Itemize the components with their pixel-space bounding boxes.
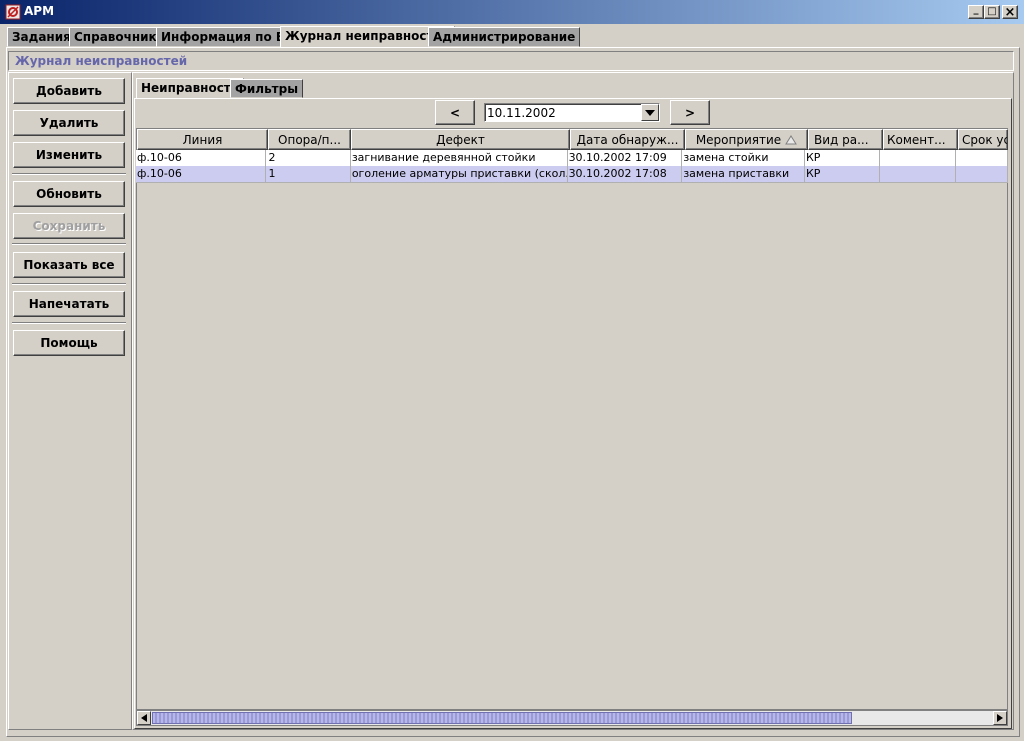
tab-tasks[interactable]: Задания (7, 27, 76, 47)
cell-comment (880, 150, 956, 167)
column-header-action[interactable]: Мероприятие (685, 129, 808, 150)
tab-filters[interactable]: Фильтры (230, 79, 304, 98)
column-header-pole[interactable]: Опора/п... (268, 129, 351, 150)
help-button[interactable]: Помощь (13, 330, 125, 356)
maximize-button[interactable]: □ (984, 5, 1000, 19)
group-title: Журнал неисправностей (15, 54, 188, 68)
cell-defect: загнивание деревянной стойки (350, 150, 568, 167)
table-row-selected[interactable]: ф.10-06 1 оголение арматуры приставки (с… (136, 166, 1008, 183)
title-bar (0, 0, 1024, 24)
minimize-icon: _ (973, 4, 979, 15)
prev-date-button[interactable]: < (435, 100, 475, 125)
date-value: 10.11.2002 (487, 106, 556, 120)
save-button[interactable]: Сохранить (13, 213, 125, 239)
add-button[interactable]: Добавить (13, 78, 125, 104)
cell-date: 30.10.2002 17:09 (567, 150, 683, 167)
cell-line: ф.10-06 (136, 166, 267, 183)
faults-table (136, 128, 1008, 710)
cell-line: ф.10-06 (136, 150, 267, 167)
column-header-date[interactable]: Дата обнаруж... (570, 129, 685, 150)
separator (12, 173, 126, 175)
maximize-icon: □ (987, 6, 997, 17)
column-header-deadline[interactable]: Срок ус... (958, 129, 1008, 150)
scroll-right-icon (997, 714, 1003, 722)
tab-line-info[interactable]: Информация по ВЛ (156, 27, 300, 47)
chevron-down-icon (645, 109, 655, 116)
cell-date: 30.10.2002 17:08 (567, 166, 683, 183)
show-all-button[interactable]: Показать все (13, 252, 125, 278)
sidebar (8, 72, 132, 730)
window-title: АРМ (24, 4, 55, 18)
scroll-right-button[interactable] (993, 711, 1007, 725)
cell-work-type: КР (804, 150, 881, 167)
cell-action: замена приставки (682, 166, 805, 183)
scroll-left-button[interactable] (137, 711, 151, 725)
tab-faults[interactable]: Неиправности (136, 78, 245, 99)
delete-button[interactable]: Удалить (13, 110, 125, 136)
tab-administration[interactable]: Администрирование (428, 27, 581, 47)
minimize-button[interactable]: _ (968, 5, 984, 19)
table-row[interactable]: ф.10-06 2 загнивание деревянной стойки 3… (136, 150, 1008, 167)
dropdown-button[interactable] (641, 104, 659, 121)
app-icon (5, 4, 21, 20)
column-header-work-type[interactable]: Вид ра... (808, 129, 883, 150)
tab-references[interactable]: Справочники (69, 27, 171, 47)
cell-deadline (956, 166, 1008, 183)
scroll-thumb[interactable] (152, 712, 852, 724)
separator (12, 243, 126, 245)
print-button[interactable]: Напечатать (13, 291, 125, 317)
cell-comment (880, 166, 956, 183)
edit-button[interactable]: Изменить (13, 142, 125, 168)
column-header-line[interactable]: Линия (137, 129, 268, 150)
separator (12, 322, 126, 324)
cell-pole: 2 (266, 150, 351, 167)
separator (12, 283, 126, 285)
cell-pole: 1 (266, 166, 351, 183)
scroll-left-icon (141, 714, 147, 722)
cell-action: замена стойки (682, 150, 805, 167)
cell-deadline (956, 150, 1008, 167)
column-header-defect[interactable]: Дефект (351, 129, 570, 150)
close-button[interactable]: × (1002, 5, 1018, 19)
sort-ascending-icon (785, 134, 798, 144)
column-header-comment[interactable]: Комент... (883, 129, 958, 150)
cell-work-type: КР (804, 166, 881, 183)
column-header-action-label: Мероприятие (695, 132, 782, 147)
close-icon: × (1004, 4, 1016, 20)
cell-defect: оголение арматуры приставки (скол... (350, 166, 568, 183)
refresh-button[interactable]: Обновить (13, 181, 125, 207)
next-date-button[interactable]: > (670, 100, 710, 125)
